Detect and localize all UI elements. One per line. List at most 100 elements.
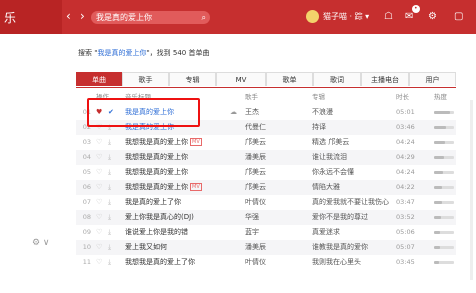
song-duration: 05:06 (396, 228, 415, 236)
mail-icon[interactable]: ✉ (405, 11, 413, 23)
header-popularity[interactable]: 热度 (434, 91, 447, 101)
song-artist[interactable]: 蓝宇 (245, 225, 305, 240)
table-row[interactable]: 06 ♡ ⤓ 我想我是真的爱上你 MV 邝美云 情陷大雅 04:22 (76, 180, 456, 195)
app-logo-text: 乐 (4, 11, 17, 25)
tab-4[interactable]: 歌单 (266, 72, 313, 86)
heart-icon[interactable]: ♡ (96, 255, 102, 270)
song-title[interactable]: 谁说爱上你是我的错 (125, 225, 245, 240)
song-album[interactable]: 我则我在心里头 (312, 255, 392, 270)
heart-icon[interactable]: ♡ (96, 210, 102, 225)
sidebar-settings-icon[interactable]: ⚙ ∨ (32, 238, 50, 248)
song-album[interactable]: 谁让我流泪 (312, 150, 392, 165)
heart-icon[interactable]: ♡ (96, 180, 102, 195)
heart-icon[interactable]: ♡ (96, 165, 102, 180)
header-duration[interactable]: 时长 (396, 91, 409, 101)
song-artist[interactable]: 邝美云 (245, 165, 305, 180)
song-title[interactable]: 我想我是真的爱上你 (125, 150, 245, 165)
search-icon[interactable]: ⌕ (202, 11, 206, 24)
song-title[interactable]: 我想我是真的爱上你 (125, 165, 245, 180)
song-duration: 03:47 (396, 198, 415, 206)
row-number: 08 (82, 213, 91, 221)
song-title[interactable]: 爱上我又如何 (125, 240, 245, 255)
mini-mode-icon[interactable]: ▢ (454, 11, 463, 23)
row-number: 06 (82, 183, 91, 191)
header-artist[interactable]: 歌手 (245, 91, 258, 101)
song-album[interactable]: 不浪漫 (312, 105, 392, 120)
heart-icon[interactable]: ♡ (96, 150, 102, 165)
song-title[interactable]: 我是真的爱上了你 (125, 195, 245, 210)
back-arrow-icon[interactable]: ‹ (66, 9, 71, 23)
table-row[interactable]: 03 ♡ ⤓ 我想我是真的爱上你 MV 邝美云 精选 邝美云 04:24 (76, 135, 456, 150)
heart-icon[interactable]: ♡ (96, 195, 102, 210)
tab-0[interactable]: 单曲 (76, 72, 122, 86)
download-icon[interactable]: ⤓ (108, 255, 111, 270)
popularity-bar (434, 171, 454, 174)
mv-icon[interactable]: MV (190, 183, 202, 191)
table-row[interactable]: 04 ♡ ⤓ 我想我是真的爱上你 潘美辰 谁让我流泪 04:29 (76, 150, 456, 165)
table-row[interactable]: 11 ♡ ⤓ 我想我是真的爱上了你 叶倩仪 我则我在心里头 03:45 (76, 255, 456, 270)
tab-3[interactable]: MV (216, 72, 266, 86)
song-duration: 05:01 (396, 108, 415, 116)
song-artist[interactable]: 邝美云 (245, 135, 305, 150)
popularity-fill (434, 216, 441, 219)
song-album[interactable]: 你永远不会懂 (312, 165, 392, 180)
tab-5[interactable]: 歌词 (313, 72, 361, 86)
song-album[interactable]: 精选 邝美云 (312, 135, 392, 150)
heart-icon[interactable]: ♡ (96, 135, 102, 150)
song-artist[interactable]: 潘美辰 (245, 150, 305, 165)
song-album[interactable]: 情陷大雅 (312, 180, 392, 195)
song-duration: 05:07 (396, 243, 415, 251)
tab-6[interactable]: 主播电台 (361, 72, 409, 86)
heart-icon[interactable]: ♡ (96, 240, 102, 255)
song-artist[interactable]: 代曼仁 (245, 120, 305, 135)
song-title-text: 我想我是真的爱上你 (125, 183, 188, 191)
song-album[interactable]: 爱你不是我的尊过 (312, 210, 392, 225)
song-album[interactable]: 真爱迷求 (312, 225, 392, 240)
popularity-fill (434, 141, 445, 144)
download-icon[interactable]: ⤓ (108, 150, 111, 165)
summary-keyword[interactable]: 我是真的爱上你 (97, 49, 146, 57)
search-input[interactable]: 我是真的爱上你 ⌕ (91, 11, 210, 24)
download-icon[interactable]: ⤓ (108, 180, 111, 195)
song-title[interactable]: 我想我是真的爱上了你 (125, 255, 245, 270)
mv-icon[interactable]: MV (190, 138, 202, 146)
song-title[interactable]: 我想我是真的爱上你 MV (125, 180, 245, 195)
tab-1[interactable]: 歌手 (122, 72, 169, 86)
song-album[interactable]: 谁教我是真的爱你 (312, 240, 392, 255)
song-title-text: 我想我是真的爱上你 (125, 153, 188, 161)
row-number: 10 (82, 243, 91, 251)
skin-shirt-icon[interactable]: ☖ (384, 11, 393, 23)
avatar[interactable] (306, 10, 319, 23)
song-artist[interactable]: 王杰 (245, 105, 305, 120)
song-artist[interactable]: 华强 (245, 210, 305, 225)
table-row[interactable]: 07 ♡ ⤓ 我是真的爱上了你 叶倩仪 真的爱我就不要让我伤心 03:47 (76, 195, 456, 210)
song-artist[interactable]: 叶倩仪 (245, 195, 305, 210)
tab-7[interactable]: 用户 (409, 72, 456, 86)
song-artist[interactable]: 邝美云 (245, 180, 305, 195)
download-icon[interactable]: ⤓ (108, 210, 111, 225)
download-icon[interactable]: ⤓ (108, 240, 111, 255)
scrollbar[interactable] (470, 100, 473, 280)
forward-arrow-icon[interactable]: › (80, 9, 85, 23)
popularity-fill (434, 171, 443, 174)
table-row[interactable]: 09 ♡ ⤓ 谁说爱上你是我的错 蓝宇 真爱迷求 05:06 (76, 225, 456, 240)
song-album[interactable]: 持译 (312, 120, 392, 135)
song-title[interactable]: 我想我是真的爱上你 MV (125, 135, 245, 150)
download-icon[interactable]: ⤓ (108, 225, 111, 240)
download-icon[interactable]: ⤓ (108, 195, 111, 210)
download-icon[interactable]: ⤓ (108, 165, 111, 180)
tab-2[interactable]: 专辑 (169, 72, 216, 86)
download-icon[interactable]: ⤓ (108, 135, 111, 150)
song-duration: 03:45 (396, 258, 415, 266)
username-dropdown[interactable]: 猫子喵 · 踪 ▾ (323, 12, 369, 22)
table-row[interactable]: 08 ♡ ⤓ 爱上你我是真心的(DJ) 华强 爱你不是我的尊过 03:52 (76, 210, 456, 225)
heart-icon[interactable]: ♡ (96, 225, 102, 240)
song-artist[interactable]: 叶倩仪 (245, 255, 305, 270)
header-album[interactable]: 专辑 (312, 91, 325, 101)
table-row[interactable]: 10 ♡ ⤓ 爱上我又如何 潘美辰 谁教我是真的爱你 05:07 (76, 240, 456, 255)
song-title[interactable]: 爱上你我是真心的(DJ) (125, 210, 245, 225)
song-album[interactable]: 真的爱我就不要让我伤心 (312, 195, 392, 210)
gear-icon[interactable]: ⚙ (428, 11, 437, 23)
table-row[interactable]: 05 ♡ ⤓ 我想我是真的爱上你 邝美云 你永远不会懂 04:24 (76, 165, 456, 180)
song-artist[interactable]: 潘美辰 (245, 240, 305, 255)
